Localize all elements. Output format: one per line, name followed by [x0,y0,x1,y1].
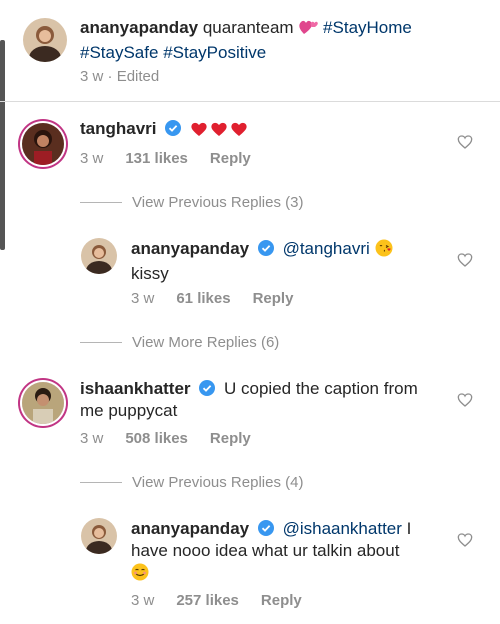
view-more-replies[interactable]: View More Replies (6) [80,334,279,351]
reply-time: 3 w [131,290,155,307]
verified-badge-icon [165,120,182,136]
reply-text-line1: I [406,519,412,538]
comment-time: 3 w [80,150,104,167]
heart-outline-icon[interactable] [457,252,473,268]
tag-staypositive[interactable]: #StayPositive [163,43,266,62]
view-previous-replies[interactable]: View Previous Replies (3) [80,194,303,211]
comment-username[interactable]: tanghavri [80,119,157,138]
reply-username[interactable]: ananyapanday [131,519,249,538]
reply-meta: 3 w 257 likes Reply [131,592,302,609]
post-meta: 3 w · Edited [80,68,159,85]
divider-line [80,202,122,203]
divider-line [80,342,122,343]
reply-ananyapanday: ananyapanday @tanghavri kissy [131,238,461,285]
tag-stayhome[interactable]: #StayHome [323,18,412,37]
mention-tanghavri[interactable]: @tanghavri [283,239,370,258]
comment-likes[interactable]: 131 likes [125,150,188,167]
reply-button[interactable]: Reply [210,150,251,167]
reply-username[interactable]: ananyapanday [131,239,249,258]
reply-button[interactable]: Reply [210,430,251,447]
reply-likes[interactable]: 61 likes [176,290,230,307]
reply-text: kissy [131,264,169,283]
heart-emoji-icon [190,121,248,143]
view-replies-label[interactable]: View Previous Replies (4) [132,474,303,491]
reply-button[interactable]: Reply [253,290,294,307]
tag-staysafe[interactable]: #StaySafe [80,43,158,62]
reply-meta: 3 w 61 likes Reply [131,290,293,307]
view-replies-label[interactable]: View Previous Replies (3) [132,194,303,211]
scroll-indicator[interactable] [0,40,5,250]
comment-likes[interactable]: 508 likes [125,430,188,447]
heart-outline-icon[interactable] [457,392,473,408]
avatar-tanghavri[interactable] [22,123,64,165]
divider-line [80,482,122,483]
avatar-ananyapanday-reply[interactable] [81,238,117,274]
reply-ananyapanday: ananyapanday @ishaankhatter I have nooo … [131,518,461,587]
post-time-edited: 3 w · Edited [80,68,160,85]
avatar-ishaankhatter[interactable] [22,382,64,424]
reply-text-line2: have nooo idea what ur talkin about [131,541,400,560]
post-username[interactable]: ananyapanday [80,18,198,37]
revolving-hearts-emoji-icon [298,18,319,42]
heart-outline-icon[interactable] [457,134,473,150]
verified-badge-icon [257,240,274,256]
reply-likes[interactable]: 257 likes [176,592,239,609]
comment-text-line2: me puppycat [80,401,178,420]
comment-meta: 3 w 131 likes Reply [80,150,251,167]
kiss-emoji-icon [375,239,393,263]
smiling-emoji-icon [131,563,149,587]
comment-meta: 3 w 508 likes Reply [80,430,251,447]
view-previous-replies[interactable]: View Previous Replies (4) [80,474,303,491]
comment-tanghavri: tanghavri [80,118,248,143]
verified-badge-icon [257,520,274,536]
mention-ishaankhatter[interactable]: @ishaankhatter [283,519,402,538]
comment-username[interactable]: ishaankhatter [80,379,191,398]
verified-badge-icon [199,380,216,396]
divider [0,101,500,102]
avatar-ananyapanday-reply[interactable] [81,518,117,554]
post-caption: ananyapanday quaranteam #StayHome #StayS… [80,17,480,64]
heart-outline-icon[interactable] [457,532,473,548]
post-caption-text: quaranteam [202,18,294,37]
comment-time: 3 w [80,430,104,447]
comment-text-line1: U copied the caption from [224,379,418,398]
reply-button[interactable]: Reply [261,592,302,609]
reply-time: 3 w [131,592,155,609]
view-replies-label[interactable]: View More Replies (6) [132,334,279,351]
avatar-ananyapanday[interactable] [23,18,67,62]
comment-ishaankhatter: ishaankhatter U copied the caption from … [80,378,450,422]
